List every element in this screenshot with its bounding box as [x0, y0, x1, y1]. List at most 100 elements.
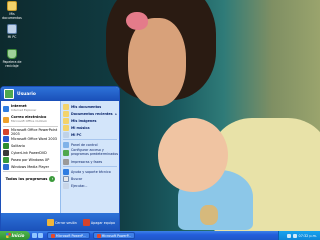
start-menu: Usuario Internet Internet Explorer Corre… [0, 86, 120, 231]
quick-launch-icon[interactable] [32, 233, 37, 238]
place-control-panel[interactable]: Panel de control [61, 141, 119, 148]
menu-separator [63, 139, 117, 140]
recent-program-label: CyberLink PowerDVD [11, 150, 47, 155]
user-name: Usuario [17, 91, 36, 97]
desktop-icon-label: Papelera de reciclaje [2, 60, 22, 68]
pictures-folder-icon [63, 117, 69, 124]
network-icon[interactable] [286, 233, 291, 238]
shutdown-label: Apagar equipo [90, 220, 115, 225]
place-label: Documentos recientes [71, 111, 113, 116]
place-run[interactable]: Ejecutar... [61, 182, 119, 189]
pinned-email-text: Correo electrónico Microsoft Office Outl… [11, 115, 47, 123]
place-search[interactable]: Buscar [61, 175, 119, 182]
user-avatar-icon [4, 89, 14, 99]
powerpoint-icon [51, 233, 55, 238]
start-menu-body: Internet Internet Explorer Correo electr… [1, 101, 119, 213]
recent-program[interactable]: Solitario [1, 142, 60, 149]
menu-separator [3, 171, 58, 172]
place-label: Mis imágenes [71, 118, 97, 123]
search-icon [63, 175, 69, 182]
wallpaper-hair-bow [126, 12, 148, 30]
desktop-icon-label: Mi PC [7, 35, 17, 39]
place-printers[interactable]: Impresoras y faxes [61, 158, 119, 165]
start-menu-programs-column: Internet Internet Explorer Correo electr… [1, 101, 60, 213]
wallpaper-baby-hand [168, 122, 192, 146]
place-label: Buscar [71, 176, 83, 181]
all-programs-button[interactable]: Todos los programas › [1, 175, 60, 183]
shutdown-button[interactable]: Apagar equipo [82, 219, 115, 226]
recent-program[interactable]: Windows Media Player [1, 163, 60, 170]
documents-folder-icon [63, 103, 69, 110]
run-icon [63, 182, 69, 189]
recent-program[interactable]: CyberLink PowerDVD [1, 149, 60, 156]
place-recent-documents[interactable]: Documentos recientes ▸ [61, 110, 119, 117]
recent-program[interactable]: Microsoft Office Word 2003 [1, 135, 60, 142]
desktop-icon-my-documents[interactable]: Mis documentos [2, 1, 22, 20]
quick-launch-icon[interactable] [38, 233, 43, 238]
all-programs-label: Todos los programas [5, 177, 48, 181]
recent-program-label: Microsoft Office PowerPoint 2003 [11, 127, 58, 136]
tour-icon [3, 156, 9, 163]
my-computer-icon [7, 24, 17, 34]
recent-program-label: Solitario [11, 143, 25, 148]
media-player-icon [3, 163, 9, 170]
powerpoint-icon [3, 128, 9, 135]
pinned-sublabel: Internet Explorer [11, 107, 37, 112]
pinned-internet[interactable]: Internet Internet Explorer [1, 103, 60, 114]
taskbar: Inicio Microsoft PowerP... Microsoft Pow… [0, 231, 320, 240]
solitaire-icon [3, 142, 9, 149]
clock[interactable]: 07:32 p.m. [299, 234, 317, 238]
start-button[interactable]: Inicio [0, 231, 30, 240]
power-icon [82, 219, 90, 226]
taskbar-button[interactable]: Microsoft PowerP... [47, 232, 90, 239]
powerpoint-icon [96, 233, 101, 238]
powerdvd-icon [3, 149, 9, 156]
internet-explorer-icon [3, 105, 9, 112]
wallpaper-bib [200, 205, 218, 225]
my-computer-icon [63, 131, 69, 138]
taskbar-button-label: Microsoft PowerP... [56, 233, 86, 238]
submenu-arrow-icon: ▸ [115, 111, 117, 116]
windows-logo-icon [5, 233, 11, 238]
start-menu-footer: Cerrar sesión Apagar equipo [1, 213, 119, 230]
right-arrow-icon: › [49, 176, 56, 182]
desktop-icon-my-computer[interactable]: Mi PC [2, 24, 22, 39]
printer-icon [63, 158, 69, 165]
control-panel-icon [63, 141, 69, 148]
place-my-computer[interactable]: Mi PC [61, 131, 119, 138]
desktop-icon-recycle-bin[interactable]: Papelera de reciclaje [2, 49, 22, 68]
logoff-button[interactable]: Cerrar sesión [46, 219, 77, 226]
recycle-bin-icon [7, 49, 17, 59]
pinned-email[interactable]: Correo electrónico Microsoft Office Outl… [1, 114, 60, 125]
defaults-icon [63, 150, 69, 156]
outlook-icon [3, 116, 9, 123]
place-label: Ejecutar... [71, 183, 88, 188]
recent-program[interactable]: Paseo por Windows XP [1, 156, 60, 163]
place-my-documents[interactable]: Mis documentos [61, 103, 119, 110]
recent-program[interactable]: Microsoft Office PowerPoint 2003 [1, 127, 60, 136]
place-label: Panel de control [71, 142, 98, 147]
word-icon [3, 135, 9, 142]
place-program-defaults[interactable]: Configurar acceso y programas predetermi… [61, 148, 119, 158]
recent-docs-icon [63, 110, 69, 117]
logoff-label: Cerrar sesión [54, 220, 77, 225]
start-menu-header: Usuario [1, 87, 119, 101]
place-label: Impresoras y faxes [71, 159, 103, 164]
place-label: Ayuda y soporte técnico [71, 169, 111, 174]
volume-icon[interactable] [292, 233, 297, 238]
logoff-icon [46, 219, 54, 226]
place-help[interactable]: Ayuda y soporte técnico [61, 168, 119, 175]
place-label: Mi música [71, 125, 90, 130]
desktop-icon-label: Mis documentos [2, 12, 22, 20]
place-label: Configurar acceso y programas predetermi… [71, 148, 119, 156]
my-documents-icon [7, 1, 17, 11]
start-label: Inicio [11, 233, 25, 238]
help-icon [63, 168, 69, 175]
place-my-pictures[interactable]: Mis imágenes [61, 117, 119, 124]
taskbar-button[interactable]: Microsoft PowerP... [92, 232, 136, 239]
place-label: Mi PC [71, 132, 82, 137]
place-my-music[interactable]: Mi música [61, 124, 119, 131]
pinned-sublabel: Microsoft Office Outlook [11, 118, 47, 123]
quick-launch [30, 233, 44, 238]
pinned-internet-text: Internet Internet Explorer [11, 104, 37, 112]
